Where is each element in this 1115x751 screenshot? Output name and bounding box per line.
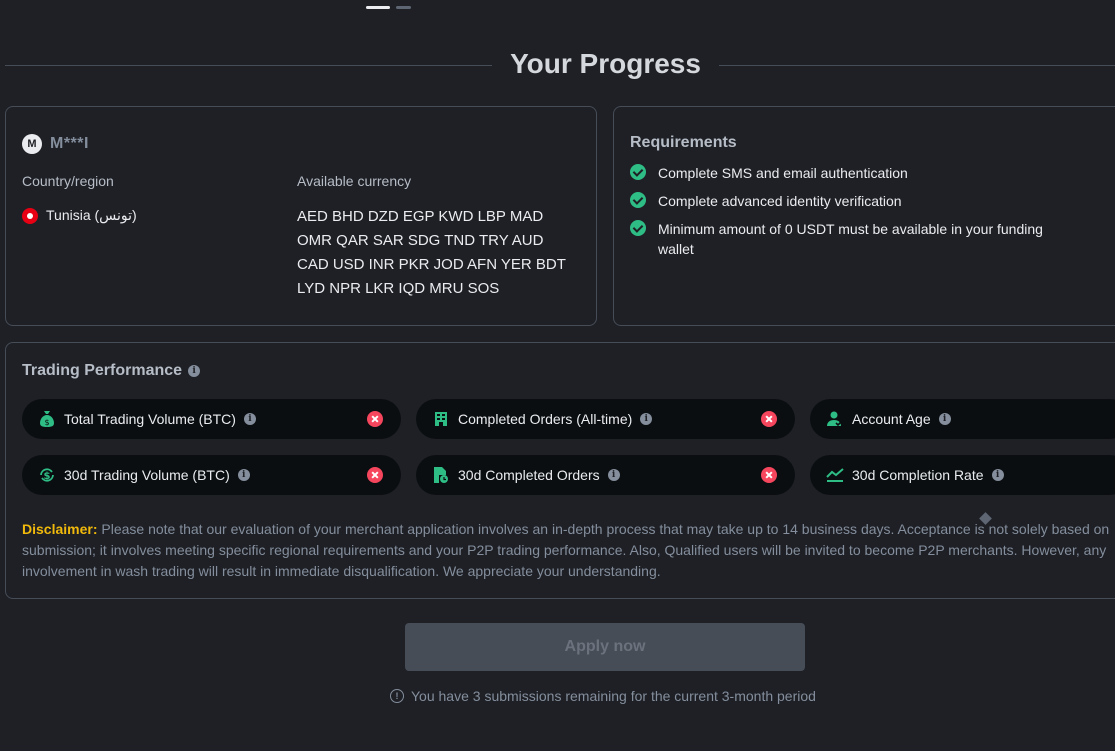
trading-performance-label: Trading Performance (22, 362, 183, 379)
carousel-dot-active[interactable] (366, 6, 390, 9)
country-name: Tunisia (تونس) (46, 207, 137, 223)
info-icon[interactable]: i (640, 413, 653, 425)
metric-label: 30d Trading Volume (BTC) (64, 467, 230, 483)
metric-30d-trading-volume: $ 30d Trading Volume (BTC) i (22, 455, 401, 495)
user-check-icon (826, 410, 844, 428)
country-value: Tunisia (تونس) (22, 207, 137, 224)
error-x-icon (761, 467, 777, 483)
currency-list: AED BHD DZD EGP KWD LBP MAD OMR QAR SAR … (297, 208, 566, 297)
currency-label: Available currency (297, 173, 412, 189)
metric-total-trading-volume: $ Total Trading Volume (BTC) i (22, 399, 401, 439)
trading-performance-title: Trading Performance i (22, 362, 201, 380)
requirements-card: Requirements Complete SMS and email auth… (613, 106, 1115, 326)
error-x-icon (761, 411, 777, 427)
metric-label: Account Age (852, 411, 931, 427)
disclaimer-heading: Disclaimer: (22, 521, 98, 537)
metric-account-age: Account Age i (810, 399, 1115, 439)
page-title: Your Progress (510, 48, 701, 79)
divider (5, 65, 492, 66)
trend-chart-icon (826, 466, 844, 484)
exclamation-circle-icon: ! (390, 689, 404, 703)
info-icon[interactable]: i (991, 469, 1004, 481)
user-info-card: M M***I Country/region Tunisia (تونس) Av… (5, 106, 597, 326)
svg-text:$: $ (44, 418, 49, 427)
requirement-text: Complete advanced identity verification (658, 193, 902, 209)
requirement-item: Minimum amount of 0 USDT must be availab… (630, 219, 1070, 259)
carousel-indicator[interactable] (366, 6, 411, 9)
carousel-dot[interactable] (396, 6, 411, 9)
requirement-text: Complete SMS and email authentication (658, 165, 908, 181)
requirements-title: Requirements (630, 134, 737, 151)
info-icon[interactable]: i (243, 413, 256, 425)
info-icon[interactable]: i (607, 469, 620, 481)
info-icon[interactable]: i (237, 469, 250, 481)
check-circle-icon (630, 220, 646, 236)
requirement-item: Complete advanced identity verification (630, 191, 1070, 211)
avatar: M (22, 134, 42, 154)
money-bag-icon: $ (38, 410, 56, 428)
country-label: Country/region (22, 173, 114, 189)
trading-performance-card: Trading Performance i $ Total Trading Vo… (5, 342, 1115, 599)
error-x-icon (367, 411, 383, 427)
user-header: M M***I (22, 134, 89, 154)
title-row: Your Progress (5, 46, 1115, 86)
check-circle-icon (630, 164, 646, 180)
metric-30d-completed-orders: 30d Completed Orders i (416, 455, 795, 495)
error-x-icon (367, 467, 383, 483)
metric-label: 30d Completed Orders (458, 467, 600, 483)
disclaimer-text: Please note that our evaluation of your … (22, 521, 1110, 579)
document-clock-icon (432, 466, 450, 484)
divider (719, 65, 1115, 66)
apply-now-button[interactable]: Apply now (405, 623, 805, 671)
tunisia-flag-icon (22, 207, 38, 224)
info-icon[interactable]: i (938, 413, 951, 425)
metric-label: Total Trading Volume (BTC) (64, 411, 236, 427)
requirement-item: Complete SMS and email authentication (630, 163, 1070, 183)
metric-label: Completed Orders (All-time) (458, 411, 633, 427)
submissions-note: ! You have 3 submissions remaining for t… (390, 688, 816, 704)
metric-30d-completion-rate: 30d Completion Rate i (810, 455, 1115, 495)
building-icon (432, 410, 450, 428)
metric-completed-orders: Completed Orders (All-time) i (416, 399, 795, 439)
requirement-text: Minimum amount of 0 USDT must be availab… (658, 221, 1043, 257)
disclaimer: Disclaimer: Please note that our evaluat… (22, 519, 1115, 582)
svg-text:$: $ (44, 471, 51, 482)
username: M***I (50, 135, 89, 152)
dollar-cycle-icon: $ (38, 466, 56, 484)
check-circle-icon (630, 192, 646, 208)
requirements-list: Complete SMS and email authentication Co… (630, 163, 1070, 267)
submissions-note-text: You have 3 submissions remaining for the… (411, 688, 816, 704)
metric-label: 30d Completion Rate (852, 467, 984, 483)
info-icon[interactable]: i (188, 365, 201, 377)
